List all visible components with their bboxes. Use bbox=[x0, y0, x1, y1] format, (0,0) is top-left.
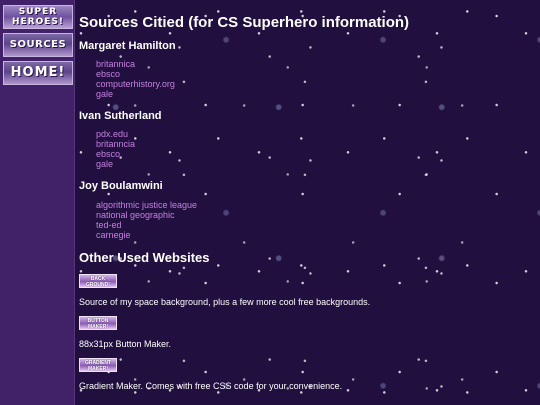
source-link[interactable]: ted-ed bbox=[96, 220, 122, 230]
source-link[interactable]: computerhistory.org bbox=[96, 79, 175, 89]
source-list-sutherland: pdx.edu britanncia ebsco gale bbox=[96, 129, 135, 169]
source-link[interactable]: carnegie bbox=[96, 230, 131, 240]
superheroes-logo-button[interactable]: SUPER HEROES! bbox=[3, 5, 73, 29]
website-description: Source of my space background, plus a fe… bbox=[79, 297, 371, 307]
list-item: britanncia bbox=[96, 139, 135, 149]
source-link[interactable]: britanncia bbox=[96, 139, 135, 149]
website-description: 88x31px Button Maker. bbox=[79, 339, 172, 349]
source-link[interactable]: gale bbox=[96, 89, 113, 99]
source-link[interactable]: pdx.edu bbox=[96, 129, 128, 139]
button-maker-button[interactable]: BUTTON MAKER! bbox=[79, 316, 117, 330]
section-heading-boulamwini: Joy Boulamwini bbox=[79, 180, 163, 192]
gradient-maker-button[interactable]: GRADIENT MAKER! bbox=[79, 358, 117, 372]
list-item: ebsco bbox=[96, 69, 175, 79]
list-item: ebsco bbox=[96, 149, 135, 159]
list-item: computerhistory.org bbox=[96, 79, 175, 89]
source-link[interactable]: algorithmic justice league bbox=[96, 200, 197, 210]
source-link[interactable]: ebsco bbox=[96, 149, 120, 159]
other-websites-heading: Other Used Websites bbox=[79, 250, 210, 265]
section-heading-hamilton: Margaret Hamilton bbox=[79, 40, 176, 52]
list-item: gale bbox=[96, 89, 175, 99]
nav-home-button[interactable]: HOME! bbox=[3, 61, 73, 85]
list-item: carnegie bbox=[96, 230, 197, 240]
list-item: algorithmic justice league bbox=[96, 200, 197, 210]
section-heading-sutherland: Ivan Sutherland bbox=[79, 110, 162, 122]
source-list-hamilton: britannica ebsco computerhistory.org gal… bbox=[96, 59, 175, 99]
sidebar: SUPER HEROES! SOURCES HOME! bbox=[0, 0, 75, 405]
source-list-boulamwini: algorithmic justice league national geog… bbox=[96, 200, 197, 240]
background-source-button[interactable]: BACK GROUND! bbox=[79, 274, 117, 288]
nav-sources-button[interactable]: SOURCES bbox=[3, 33, 73, 57]
list-item: britannica bbox=[96, 59, 175, 69]
list-item: national geographic bbox=[96, 210, 197, 220]
source-link[interactable]: britannica bbox=[96, 59, 135, 69]
main-content: Sources Citied (for CS Superhero informa… bbox=[79, 0, 534, 405]
website-description: Gradient Maker. Comes with free CSS code… bbox=[79, 381, 343, 391]
list-item: pdx.edu bbox=[96, 129, 135, 139]
page-title: Sources Citied (for CS Superhero informa… bbox=[79, 14, 410, 31]
source-link[interactable]: ebsco bbox=[96, 69, 120, 79]
list-item: ted-ed bbox=[96, 220, 197, 230]
list-item: gale bbox=[96, 159, 135, 169]
source-link[interactable]: national geographic bbox=[96, 210, 175, 220]
source-link[interactable]: gale bbox=[96, 159, 113, 169]
